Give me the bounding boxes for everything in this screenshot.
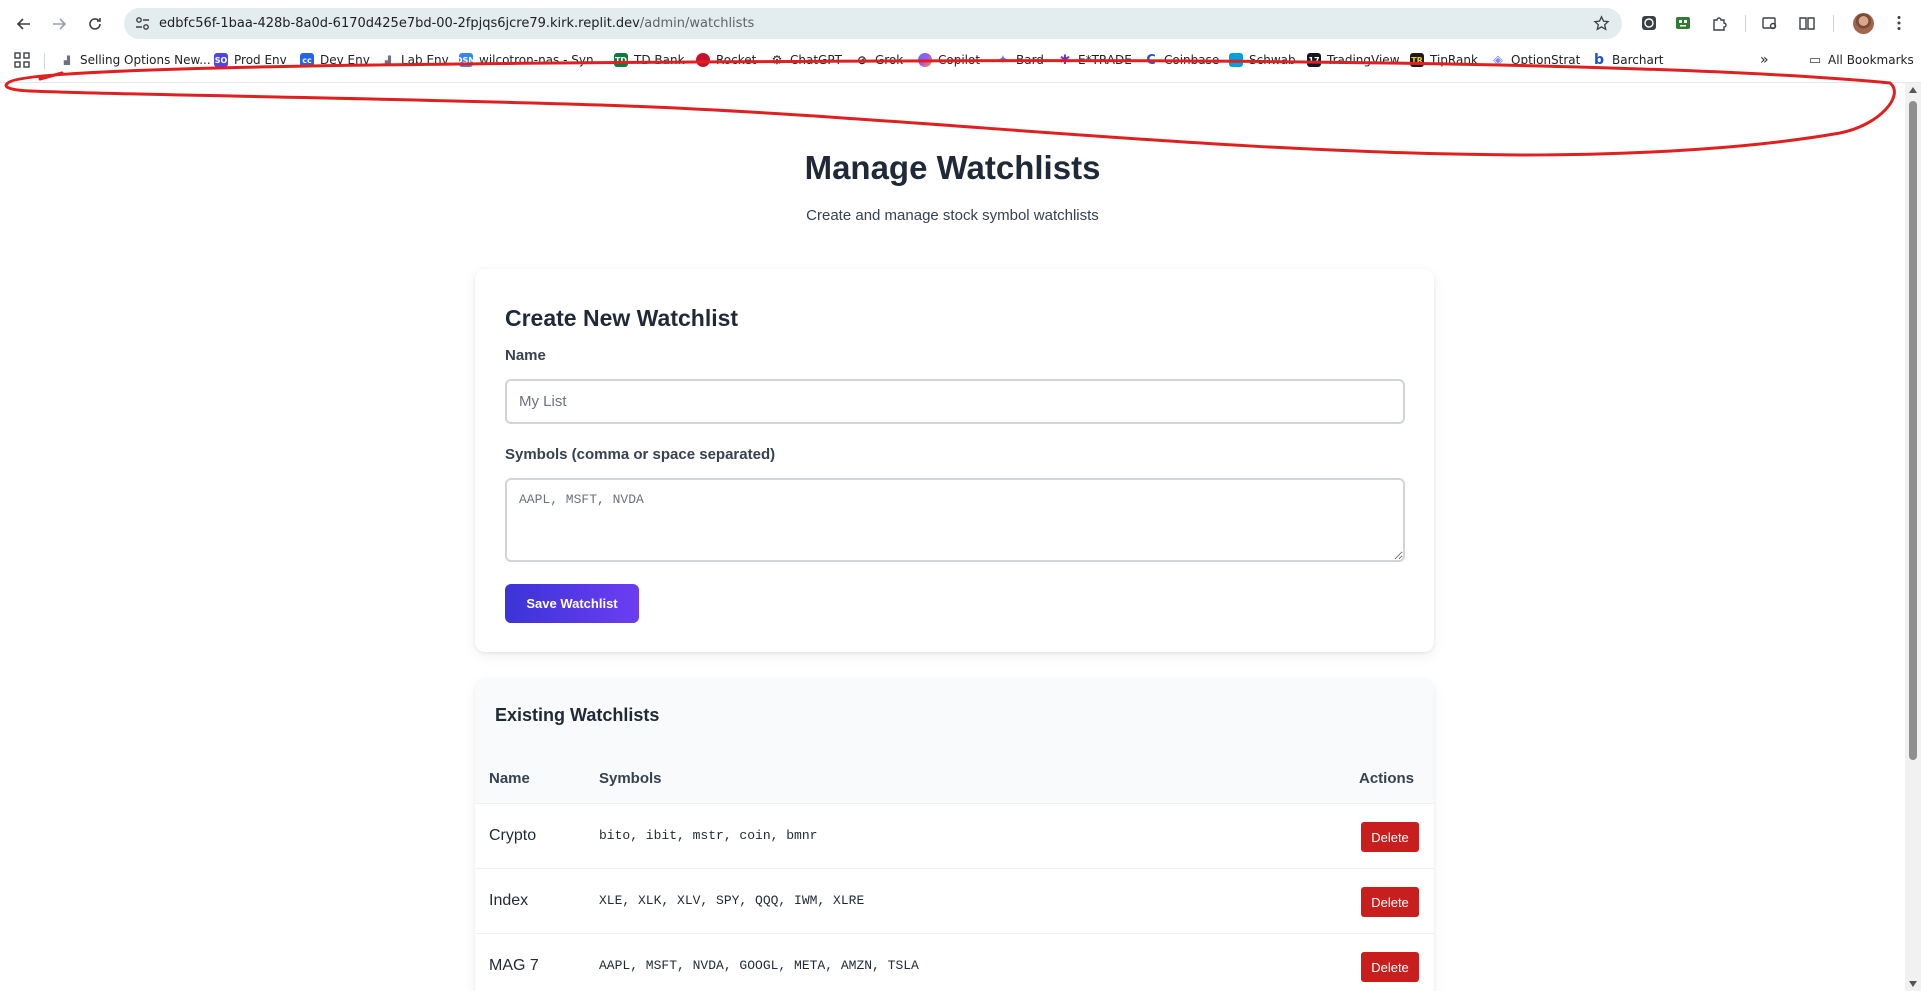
bookmarks-bar: ▟ Selling Options New... SO Prod Env cc Dev… [0, 48, 1921, 72]
watchlist-name: Crypto [489, 827, 537, 844]
dsm-icon: DSM [456, 53, 476, 67]
toolbar-divider [1745, 15, 1746, 32]
chart-icon: ▟ [63, 55, 71, 65]
watchlist-symbols: bito, ibit, mstr, coin, bmnr [599, 828, 818, 843]
bookmark-td-bank[interactable]: TD TD Bank [614, 52, 685, 68]
back-button[interactable] [11, 11, 37, 37]
etrade-icon: ✱ [1059, 52, 1071, 68]
tipranks-icon: TR [1410, 53, 1424, 67]
bookmark-dev-env[interactable]: cc Dev Env [300, 52, 370, 68]
bookmark-bard[interactable]: ✦ Bard [996, 52, 1044, 68]
more-menu-icon[interactable] [1889, 13, 1909, 33]
tab-search-icon[interactable] [1760, 13, 1780, 33]
bookmark-prod-env[interactable]: SO Prod Env [214, 52, 287, 68]
bookmark-wilcotron-nas[interactable]: DSM wilcotron-nas - Syn... [456, 52, 605, 68]
name-label: Name [505, 347, 546, 364]
column-header-actions: Actions [1359, 770, 1415, 787]
bookmark-chatgpt[interactable]: ⚙ ChatGPT [770, 52, 842, 68]
bookmark-etrade[interactable]: ✱ E*TRADE [1058, 52, 1132, 68]
bookmarks-overflow-button[interactable]: » [1760, 52, 1769, 68]
folder-icon: ▭ [1808, 52, 1822, 68]
bookmark-selling-options[interactable]: ▟ Selling Options New... [60, 52, 211, 68]
bookmark-schwab[interactable]: Schwab [1229, 52, 1296, 68]
bard-icon: ✦ [997, 52, 1009, 68]
site-settings-icon[interactable] [134, 15, 151, 32]
chart-icon: ▟ [384, 55, 392, 65]
table-row: Index XLE, XLK, XLV, SPY, QQQ, IWM, XLRE… [475, 868, 1434, 933]
chevron-double-right-icon: » [1760, 52, 1769, 68]
tradingview-icon: 17 [1307, 53, 1321, 67]
robot-extension-icon[interactable] [1673, 13, 1693, 33]
all-bookmarks-button[interactable]: ▭ All Bookmarks [1808, 52, 1914, 68]
reload-button[interactable] [82, 11, 108, 37]
name-input[interactable] [505, 379, 1405, 424]
url-host: edbfc56f-1baa-428b-8a0d-6170d425e7bd-00-… [159, 16, 640, 31]
arrow-right-icon [53, 18, 67, 30]
profile-avatar[interactable] [1853, 13, 1874, 34]
rocket-icon [696, 53, 710, 67]
page-content: Manage Watchlists Create and manage stoc… [0, 83, 1905, 991]
save-watchlist-button[interactable]: Save Watchlist [505, 584, 639, 623]
url-path: /admin/watchlists [639, 16, 755, 31]
reading-list-icon[interactable] [1797, 13, 1817, 33]
bookmark-star-icon[interactable] [1593, 15, 1610, 32]
page-title: Manage Watchlists [804, 149, 1101, 186]
column-header-symbols: Symbols [599, 770, 662, 787]
create-watchlist-heading: Create New Watchlist [505, 305, 739, 331]
arrow-left-icon [16, 18, 30, 30]
address-bar[interactable]: edbfc56f-1baa-428b-8a0d-6170d425e7bd-00-… [124, 8, 1622, 39]
barchart-icon: b [1593, 52, 1605, 68]
so-icon: SO [214, 53, 228, 67]
puzzle-extensions-icon[interactable] [1710, 13, 1730, 33]
openai-extension-icon[interactable] [1639, 13, 1659, 33]
existing-watchlists-heading: Existing Watchlists [495, 705, 660, 725]
delete-button[interactable]: Delete [1361, 952, 1419, 982]
watchlist-symbols: AAPL, MSFT, NVDA, GOOGL, META, AMZN, TSL… [599, 958, 919, 973]
bookmark-copilot[interactable]: Copilot [918, 52, 980, 68]
optionstrat-icon: ◈ [1493, 52, 1503, 68]
bookmark-rocket[interactable]: Rocket [696, 52, 756, 68]
reload-icon [89, 18, 101, 30]
copilot-icon [918, 53, 932, 67]
chatgpt-icon: ⚙ [771, 53, 783, 67]
bookmark-coinbase[interactable]: C Coinbase [1144, 52, 1219, 68]
table-row: Crypto bito, ibit, mstr, coin, bmnr Dele… [475, 803, 1434, 868]
table-row: MAG 7 AAPL, MSFT, NVDA, GOOGL, META, AMZ… [475, 933, 1434, 991]
watchlist-name: MAG 7 [489, 957, 539, 974]
scrollbar-thumb[interactable] [1909, 101, 1917, 760]
scroll-up-icon[interactable] [1909, 87, 1917, 93]
bookmark-barchart[interactable]: b Barchart [1592, 52, 1663, 68]
grok-icon: ⊘ [856, 53, 868, 67]
watchlist-name: Index [489, 892, 529, 909]
bookmark-tiprank[interactable]: TR TipRank [1410, 52, 1478, 68]
symbols-textarea[interactable] [505, 478, 1405, 562]
bookmark-lab-env[interactable]: ▟ Lab Env [381, 52, 449, 68]
browser-toolbar: edbfc56f-1baa-428b-8a0d-6170d425e7bd-00-… [0, 0, 1921, 47]
toolbar-divider [1833, 15, 1834, 32]
forward-button[interactable] [46, 11, 72, 37]
delete-button[interactable]: Delete [1361, 822, 1419, 852]
bookmark-grok[interactable]: ⊘ Grok [855, 52, 903, 68]
column-header-name: Name [489, 770, 530, 787]
existing-watchlists-card: Existing Watchlists Name Symbols Actions… [475, 679, 1434, 991]
page-scrollbar[interactable] [1905, 83, 1921, 991]
symbols-label: Symbols (comma or space separated) [505, 446, 776, 463]
url-text: edbfc56f-1baa-428b-8a0d-6170d425e7bd-00-… [159, 16, 754, 31]
td-icon: TD [614, 53, 628, 67]
schwab-icon [1229, 53, 1243, 67]
watchlist-symbols: XLE, XLK, XLV, SPY, QQQ, IWM, XLRE [599, 893, 865, 908]
coinbase-icon: C [1146, 52, 1156, 68]
cc-icon: cc [300, 53, 314, 67]
scroll-down-icon[interactable] [1909, 981, 1917, 987]
delete-button[interactable]: Delete [1361, 887, 1419, 917]
browser-chrome: edbfc56f-1baa-428b-8a0d-6170d425e7bd-00-… [0, 0, 1921, 83]
create-watchlist-card: Create New Watchlist Name Symbols (comma… [475, 269, 1434, 652]
bookmark-tradingview[interactable]: 17 TradingView [1307, 52, 1400, 68]
page-subtitle: Create and manage stock symbol watchlist… [806, 207, 1099, 224]
bookmark-optionstrat[interactable]: ◈ OptionStrat [1491, 52, 1580, 68]
